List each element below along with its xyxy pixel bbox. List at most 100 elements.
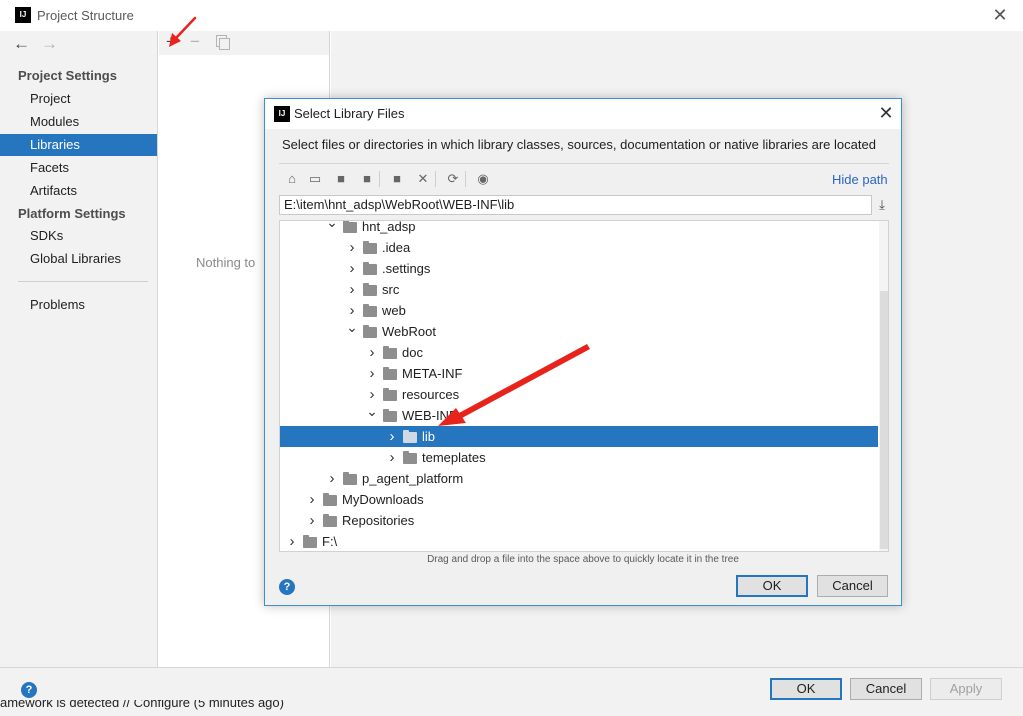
tree-scrollbar-thumb[interactable] bbox=[880, 291, 888, 549]
apply-button[interactable]: Apply bbox=[930, 678, 1002, 700]
tree-row-label: p_agent_platform bbox=[362, 471, 464, 486]
refresh-icon[interactable]: ⟳ bbox=[443, 169, 463, 189]
tree-row[interactable]: ⌄ WebRoot bbox=[280, 319, 878, 342]
chevron-right-icon[interactable]: › bbox=[386, 426, 398, 447]
nav-item-problems[interactable]: Problems bbox=[0, 294, 157, 316]
tree-row[interactable]: ⌄ WEB-INF bbox=[280, 403, 878, 426]
drag-drop-hint: Drag and drop a file into the space abov… bbox=[427, 554, 739, 565]
project-settings-header: Project Settings bbox=[18, 68, 117, 83]
tree-row[interactable]: › temeplates bbox=[280, 447, 878, 468]
ok-button[interactable]: OK bbox=[770, 678, 842, 700]
module-folder-icon[interactable]: ■ bbox=[357, 169, 377, 189]
project-folder-icon[interactable]: ■ bbox=[331, 169, 351, 189]
libraries-toolbar: + − bbox=[159, 31, 329, 55]
tree-row-label: F:\ bbox=[322, 534, 338, 549]
dialog-help-icon[interactable]: ? bbox=[279, 579, 295, 595]
nav-divider bbox=[18, 281, 148, 282]
download-icon[interactable]: ⤓ bbox=[874, 196, 890, 214]
chevron-right-icon[interactable]: › bbox=[346, 279, 358, 300]
nav-item-sdks[interactable]: SDKs bbox=[0, 225, 157, 247]
tree-row[interactable]: › p_agent_platform bbox=[280, 468, 878, 489]
folder-icon bbox=[363, 241, 377, 254]
chevron-right-icon[interactable]: › bbox=[286, 531, 298, 551]
tree-row[interactable]: › META-INF bbox=[280, 363, 878, 384]
tree-row[interactable]: › src bbox=[280, 279, 878, 300]
tree-row[interactable]: › .idea bbox=[280, 237, 878, 258]
dialog-cancel-button[interactable]: Cancel bbox=[817, 575, 888, 597]
tree-row-label: META-INF bbox=[402, 366, 463, 381]
tree-row[interactable]: › F:\ bbox=[280, 531, 878, 551]
tree-row-label: WEB-INF bbox=[402, 408, 457, 423]
remove-library-icon[interactable]: − bbox=[190, 32, 200, 52]
file-chooser-toolbar: ⌂ ▭ ■ ■ ■ ✕ ⟳ ◉ bbox=[279, 169, 779, 189]
dialog-close-icon[interactable]: ✕ bbox=[875, 102, 897, 124]
nav-item-libraries[interactable]: Libraries bbox=[0, 134, 157, 156]
forward-arrow-icon[interactable]: → bbox=[41, 34, 58, 54]
folder-icon bbox=[323, 514, 337, 527]
settings-nav-sidebar: ← → Project Settings Project Modules Libra… bbox=[0, 31, 158, 667]
tree-row-label: src bbox=[382, 282, 400, 297]
nav-item-facets[interactable]: Facets bbox=[0, 157, 157, 179]
tree-row[interactable]: › web bbox=[280, 300, 878, 321]
chevron-right-icon[interactable]: › bbox=[346, 258, 358, 279]
back-arrow-icon[interactable]: ← bbox=[13, 34, 30, 54]
nav-item-project[interactable]: Project bbox=[0, 88, 157, 110]
delete-icon[interactable]: ✕ bbox=[413, 169, 433, 189]
empty-list-text: Nothing to bbox=[196, 255, 256, 270]
chevron-right-icon[interactable]: › bbox=[306, 510, 318, 531]
add-library-icon[interactable]: + bbox=[166, 32, 176, 52]
tree-row[interactable]: › doc bbox=[280, 342, 878, 363]
folder-icon bbox=[383, 346, 397, 359]
status-message: amework is detected // Configure (5 minu… bbox=[0, 700, 284, 710]
tree-row-label: doc bbox=[402, 345, 423, 360]
file-tree[interactable]: ⌄ hnt_adsp › .idea › .settings › src › web ⌄ WebRoo… bbox=[279, 220, 889, 552]
toolbar-separator bbox=[379, 171, 380, 187]
new-folder-icon[interactable]: ■ bbox=[387, 169, 407, 189]
platform-settings-header: Platform Settings bbox=[18, 206, 126, 221]
path-input[interactable]: E:\item\hnt_adsp\WebRoot\WEB-INF\lib bbox=[279, 195, 872, 215]
chevron-right-icon[interactable]: › bbox=[386, 447, 398, 468]
nav-item-global-libraries[interactable]: Global Libraries bbox=[0, 248, 157, 270]
tree-row[interactable]: › Repositories bbox=[280, 510, 878, 531]
tree-row-label: .settings bbox=[382, 261, 431, 276]
dialog-ok-button[interactable]: OK bbox=[736, 575, 808, 597]
folder-icon bbox=[403, 451, 417, 464]
folder-icon bbox=[363, 304, 377, 317]
chevron-down-icon[interactable]: ⌄ bbox=[326, 221, 338, 233]
hide-path-link[interactable]: Hide path bbox=[832, 172, 888, 187]
chevron-down-icon[interactable]: ⌄ bbox=[366, 401, 378, 422]
dialog-description: Select files or directories in which lib… bbox=[282, 137, 876, 152]
tree-row-label: WebRoot bbox=[382, 324, 436, 339]
tree-row-label: .idea bbox=[382, 240, 411, 255]
tree-row-label: resources bbox=[402, 387, 460, 402]
app-icon: IJ bbox=[15, 7, 31, 23]
toolbar-separator bbox=[435, 171, 436, 187]
window-title: Project Structure bbox=[37, 8, 134, 23]
dialog-app-icon: IJ bbox=[274, 106, 290, 122]
nav-item-modules[interactable]: Modules bbox=[0, 111, 157, 133]
tree-row[interactable]: › lib bbox=[280, 426, 878, 447]
chevron-right-icon[interactable]: › bbox=[306, 489, 318, 510]
desktop-icon[interactable]: ▭ bbox=[305, 169, 325, 189]
cancel-button[interactable]: Cancel bbox=[850, 678, 922, 700]
folder-icon bbox=[343, 221, 357, 233]
tree-row-label: hnt_adsp bbox=[362, 220, 416, 234]
dialog-title: Select Library Files bbox=[294, 106, 405, 121]
tree-row-label: web bbox=[382, 303, 406, 318]
status-bar-text: amework is detected // Configure (5 minu… bbox=[0, 700, 284, 716]
chevron-down-icon[interactable]: ⌄ bbox=[346, 317, 358, 338]
chevron-right-icon[interactable]: › bbox=[366, 342, 378, 363]
show-hidden-icon[interactable]: ◉ bbox=[473, 169, 493, 189]
chevron-right-icon[interactable]: › bbox=[346, 237, 358, 258]
nav-item-artifacts[interactable]: Artifacts bbox=[0, 180, 157, 202]
copy-library-icon[interactable] bbox=[216, 35, 230, 50]
help-icon[interactable]: ? bbox=[21, 682, 37, 698]
home-icon[interactable]: ⌂ bbox=[282, 169, 302, 189]
tree-row[interactable]: › MyDownloads bbox=[280, 489, 878, 510]
tree-row[interactable]: › .settings bbox=[280, 258, 878, 279]
tree-row[interactable]: ⌄ hnt_adsp bbox=[280, 220, 878, 237]
chevron-right-icon[interactable]: › bbox=[326, 468, 338, 489]
folder-icon bbox=[323, 493, 337, 506]
chevron-right-icon[interactable]: › bbox=[366, 363, 378, 384]
window-close-icon[interactable]: ✕ bbox=[988, 4, 1012, 26]
